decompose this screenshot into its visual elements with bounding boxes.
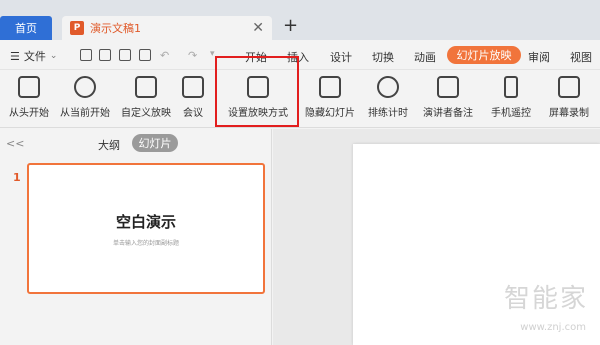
rehearse-timer-button[interactable]: 排练计时 [362,70,414,128]
menu-slideshow[interactable]: 幻灯片放映 [447,46,521,64]
phone-remote-icon [504,76,518,98]
rehearse-timer-label: 排练计时 [368,108,408,119]
redo-icon[interactable]: ↷ [188,49,197,62]
print-icon[interactable] [119,49,131,61]
phone-remote-label: 手机遥控 [491,108,531,119]
phone-remote-button[interactable]: 手机遥控 [488,70,534,128]
annotation-highlight-box [215,56,299,127]
quick-access-dropdown-icon[interactable]: ▾ [210,49,215,59]
meeting-button[interactable]: 会议 [178,70,208,128]
watermark-url: www.znj.com [520,322,586,333]
meeting-label: 会议 [183,108,203,119]
play-current-label: 从当前开始 [60,108,110,119]
custom-show-icon [135,76,157,98]
chevron-down-icon: ⌄ [49,51,58,61]
presentation-icon: P [70,21,84,35]
thumbnail-title: 空白演示 [115,212,176,231]
menu-transition[interactable]: 切换 [372,49,394,65]
save-icon[interactable] [80,49,92,61]
custom-show-button[interactable]: 自定义放映 [118,70,174,128]
menu-design[interactable]: 设计 [330,49,352,65]
custom-show-label: 自定义放映 [121,108,171,119]
screen-record-icon [558,76,580,98]
rehearse-timer-icon [377,76,399,98]
hide-slide-label: 隐藏幻灯片 [305,108,355,119]
thumbnail-subtitle: 单击输入您的封面副标题 [112,239,179,247]
meeting-icon [182,76,204,98]
menu-review[interactable]: 审阅 [528,49,550,65]
play-current-button[interactable]: 从当前开始 [56,70,114,128]
file-menu-label: 文件 [23,50,46,63]
hide-slide-icon [319,76,341,98]
export-pdf-icon[interactable] [99,49,111,61]
menu-view[interactable]: 视图 [570,49,592,65]
speaker-notes-label: 演讲者备注 [423,108,473,119]
play-from-start-label: 从头开始 [9,108,49,119]
tab-home[interactable]: 首页 [0,16,52,40]
add-tab-button[interactable]: + [283,15,298,36]
slide-number: 1 [13,171,21,184]
tab-outline[interactable]: 大纲 [98,137,120,153]
watermark-logo: 智能家 [503,284,588,314]
tab-bar: 首页 P 演示文稿1 ✕ + [0,0,600,40]
ribbon-toolbar: 从头开始 从当前开始 自定义放映 会议 设置放映方式 隐藏幻灯片 排练计时 演讲… [0,70,600,128]
screen-record-label: 屏幕录制 [549,108,589,119]
speaker-notes-icon [437,76,459,98]
collapse-panel-icon[interactable]: << [6,137,24,150]
close-icon[interactable]: ✕ [252,20,264,36]
document-title: 演示文稿1 [90,22,141,35]
play-from-start-icon [18,76,40,98]
hide-slide-button[interactable]: 隐藏幻灯片 [302,70,358,128]
slide-thumbnail[interactable]: 空白演示 单击输入您的封面副标题 [27,163,265,294]
speaker-notes-button[interactable]: 演讲者备注 [420,70,476,128]
menu-bar: ☰ 文件 ⌄ ↶ ↷ ▾ 开始 插入 设计 切换 动画 幻灯片放映 审阅 视图 [0,40,600,70]
screen-record-button[interactable]: 屏幕录制 [546,70,592,128]
play-from-start-button[interactable]: 从头开始 [6,70,52,128]
hamburger-icon: ☰ [10,49,20,63]
undo-icon[interactable]: ↶ [160,49,169,62]
file-menu[interactable]: ☰ 文件 ⌄ [10,48,57,64]
play-current-icon [74,76,96,98]
tab-document[interactable]: P 演示文稿1 ✕ [62,16,272,40]
print-preview-icon[interactable] [139,49,151,61]
tab-slides[interactable]: 幻灯片 [132,134,178,152]
menu-animation[interactable]: 动画 [414,49,436,65]
slides-panel: << 大纲 幻灯片 1 空白演示 单击输入您的封面副标题 [0,129,272,345]
